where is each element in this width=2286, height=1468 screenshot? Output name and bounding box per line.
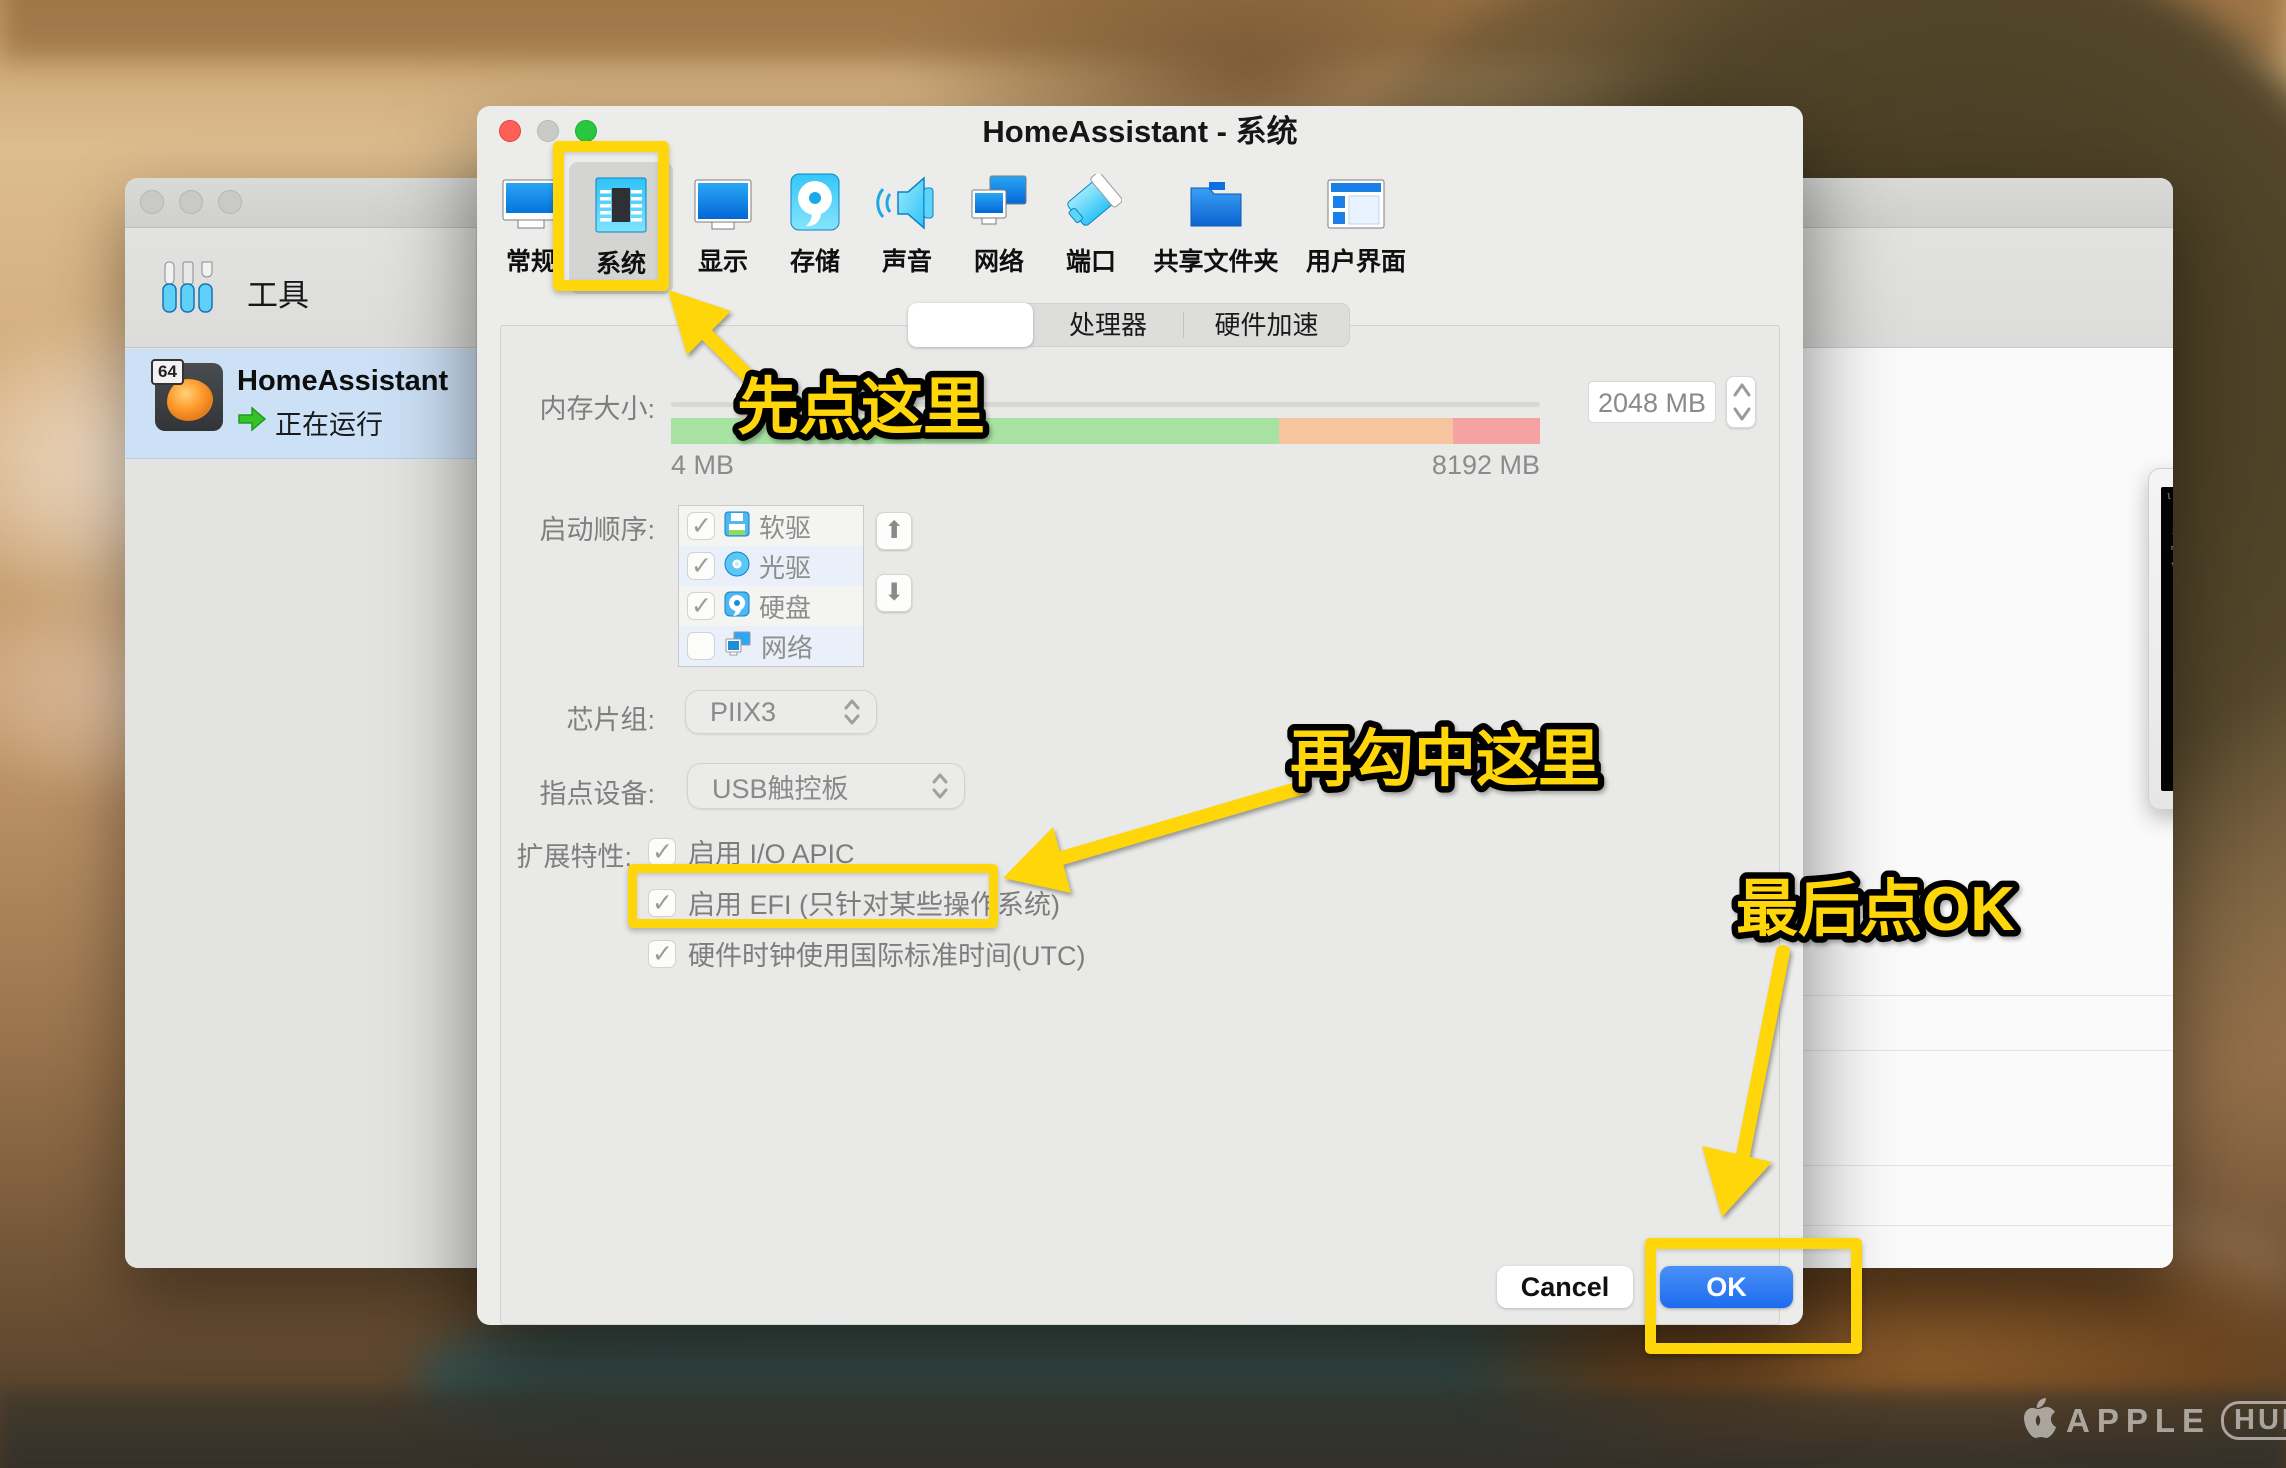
vm-console-screen: l to be ready... ,A. .s:S:l. .:l: :AsS$S… bbox=[2161, 487, 2173, 791]
shared-folders-icon bbox=[1185, 168, 1247, 232]
memory-max-label: 8192 MB bbox=[1420, 450, 1540, 481]
boot-item-optical[interactable]: 光驱 bbox=[679, 546, 863, 586]
system-tabs: 处理器 硬件加速 bbox=[908, 303, 1350, 347]
tab-acceleration[interactable]: 硬件加速 bbox=[1184, 303, 1349, 347]
tools-icon bbox=[157, 256, 221, 325]
audio-icon bbox=[876, 168, 938, 232]
extended-features-label: 扩展特性: bbox=[477, 835, 632, 874]
highlight-box-ok bbox=[1645, 1238, 1862, 1354]
boot-order-label: 启动顺序: bbox=[477, 508, 655, 547]
floppy-icon bbox=[724, 511, 750, 542]
vm-list-sidebar: 工具 64 HomeAssistant 正在运行 bbox=[125, 228, 477, 1268]
network-icon bbox=[968, 168, 1030, 232]
memory-size-label: 内存大小: bbox=[477, 387, 655, 426]
boot-item-network[interactable]: 网络 bbox=[679, 626, 863, 666]
toolbar-item-network[interactable]: 网络 bbox=[953, 168, 1045, 290]
io-apic-checkbox[interactable] bbox=[648, 838, 676, 866]
toolbar-item-storage[interactable]: 存储 bbox=[769, 168, 861, 290]
highlight-box-efi bbox=[628, 864, 998, 928]
user-interface-icon bbox=[1325, 168, 1387, 232]
toolbar-item-display[interactable]: 显示 bbox=[677, 168, 769, 290]
toolbar-item-user-interface[interactable]: 用户界面 bbox=[1291, 168, 1421, 290]
boot-move-down-button[interactable]: ⬇ bbox=[876, 574, 912, 612]
console-text: l to be ready... ,A. .s:S:l. .:l: :AsS$S… bbox=[2167, 493, 2173, 646]
memory-min-label: 4 MB bbox=[671, 450, 734, 481]
pointing-device-dropdown[interactable]: USB触控板 bbox=[687, 763, 965, 809]
harddisk-icon bbox=[724, 591, 750, 622]
memory-value-field[interactable]: 2048 MB bbox=[1588, 381, 1716, 423]
minimize-button[interactable] bbox=[537, 120, 559, 142]
watermark: APPLE HUB bbox=[2020, 1398, 2286, 1443]
watermark-badge: HUB bbox=[2221, 1401, 2286, 1440]
toolbar-item-shared-folders[interactable]: 共享文件夹 bbox=[1141, 168, 1291, 290]
memory-slider-knob[interactable] bbox=[877, 391, 903, 417]
floppy-checkbox[interactable] bbox=[687, 512, 715, 540]
desktop: 工具 64 HomeAssistant 正在运行 bbox=[0, 0, 2286, 1468]
storage-icon bbox=[789, 168, 841, 232]
apple-logo-icon bbox=[2020, 1398, 2056, 1443]
vm-arch-badge: 64 bbox=[151, 359, 184, 385]
toolbar-item-audio[interactable]: 声音 bbox=[861, 168, 953, 290]
toolbar-item-ports[interactable]: 端口 bbox=[1045, 168, 1137, 290]
vm-os-icon: 64 bbox=[155, 363, 223, 431]
memory-range-bar bbox=[671, 418, 1540, 444]
chipset-dropdown[interactable]: PIIX3 bbox=[685, 690, 877, 734]
vm-preview-panel: l to be ready... ,A. .s:S:l. .:l: :AsS$S… bbox=[2148, 468, 2173, 810]
minimize-button[interactable] bbox=[179, 190, 203, 214]
memory-stepper[interactable] bbox=[1726, 376, 1756, 428]
boot-item-harddisk[interactable]: 硬盘 bbox=[679, 586, 863, 626]
network-checkbox[interactable] bbox=[687, 632, 715, 660]
harddisk-checkbox[interactable] bbox=[687, 592, 715, 620]
sidebar-item-homeassistant-vm[interactable]: 64 HomeAssistant 正在运行 bbox=[125, 349, 476, 459]
chevron-up-down-icon bbox=[930, 769, 950, 803]
highlight-box-system-tab bbox=[553, 141, 669, 291]
optical-checkbox[interactable] bbox=[687, 552, 715, 580]
display-icon bbox=[692, 168, 754, 232]
zoom-button[interactable] bbox=[218, 190, 242, 214]
boot-item-floppy[interactable]: 软驱 bbox=[679, 506, 863, 546]
tab-processor[interactable]: 处理器 bbox=[1033, 303, 1183, 347]
vm-settings-dialog: HomeAssistant - 系统 常规 系统 显示 bbox=[477, 106, 1803, 1325]
tab-motherboard[interactable] bbox=[908, 303, 1033, 347]
feature-utc-clock[interactable]: 硬件时钟使用国际标准时间(UTC) bbox=[648, 934, 1085, 973]
utc-clock-checkbox[interactable] bbox=[648, 940, 676, 968]
network-small-icon bbox=[724, 631, 752, 662]
dialog-title: HomeAssistant - 系统 bbox=[477, 106, 1803, 158]
boot-order-list: 软驱 光驱 硬盘 网络 bbox=[678, 505, 864, 667]
close-button[interactable] bbox=[140, 190, 164, 214]
running-arrow-icon bbox=[237, 406, 267, 439]
pointing-device-label: 指点设备: bbox=[477, 772, 655, 811]
memory-slider[interactable] bbox=[671, 402, 1540, 407]
sidebar-tools-label: 工具 bbox=[247, 270, 309, 315]
vm-status: 正在运行 bbox=[275, 403, 383, 442]
zoom-button[interactable] bbox=[575, 120, 597, 142]
chipset-label: 芯片组: bbox=[477, 698, 655, 737]
ports-icon bbox=[1060, 168, 1122, 232]
close-button[interactable] bbox=[499, 120, 521, 142]
cancel-button[interactable]: Cancel bbox=[1497, 1266, 1633, 1308]
boot-move-up-button[interactable]: ⬆ bbox=[876, 512, 912, 550]
watermark-brand: APPLE bbox=[2066, 1402, 2211, 1440]
sidebar-item-tools[interactable]: 工具 bbox=[125, 228, 476, 348]
optical-disc-icon bbox=[724, 551, 750, 582]
chevron-up-down-icon bbox=[842, 695, 862, 729]
vm-name: HomeAssistant bbox=[237, 365, 448, 398]
